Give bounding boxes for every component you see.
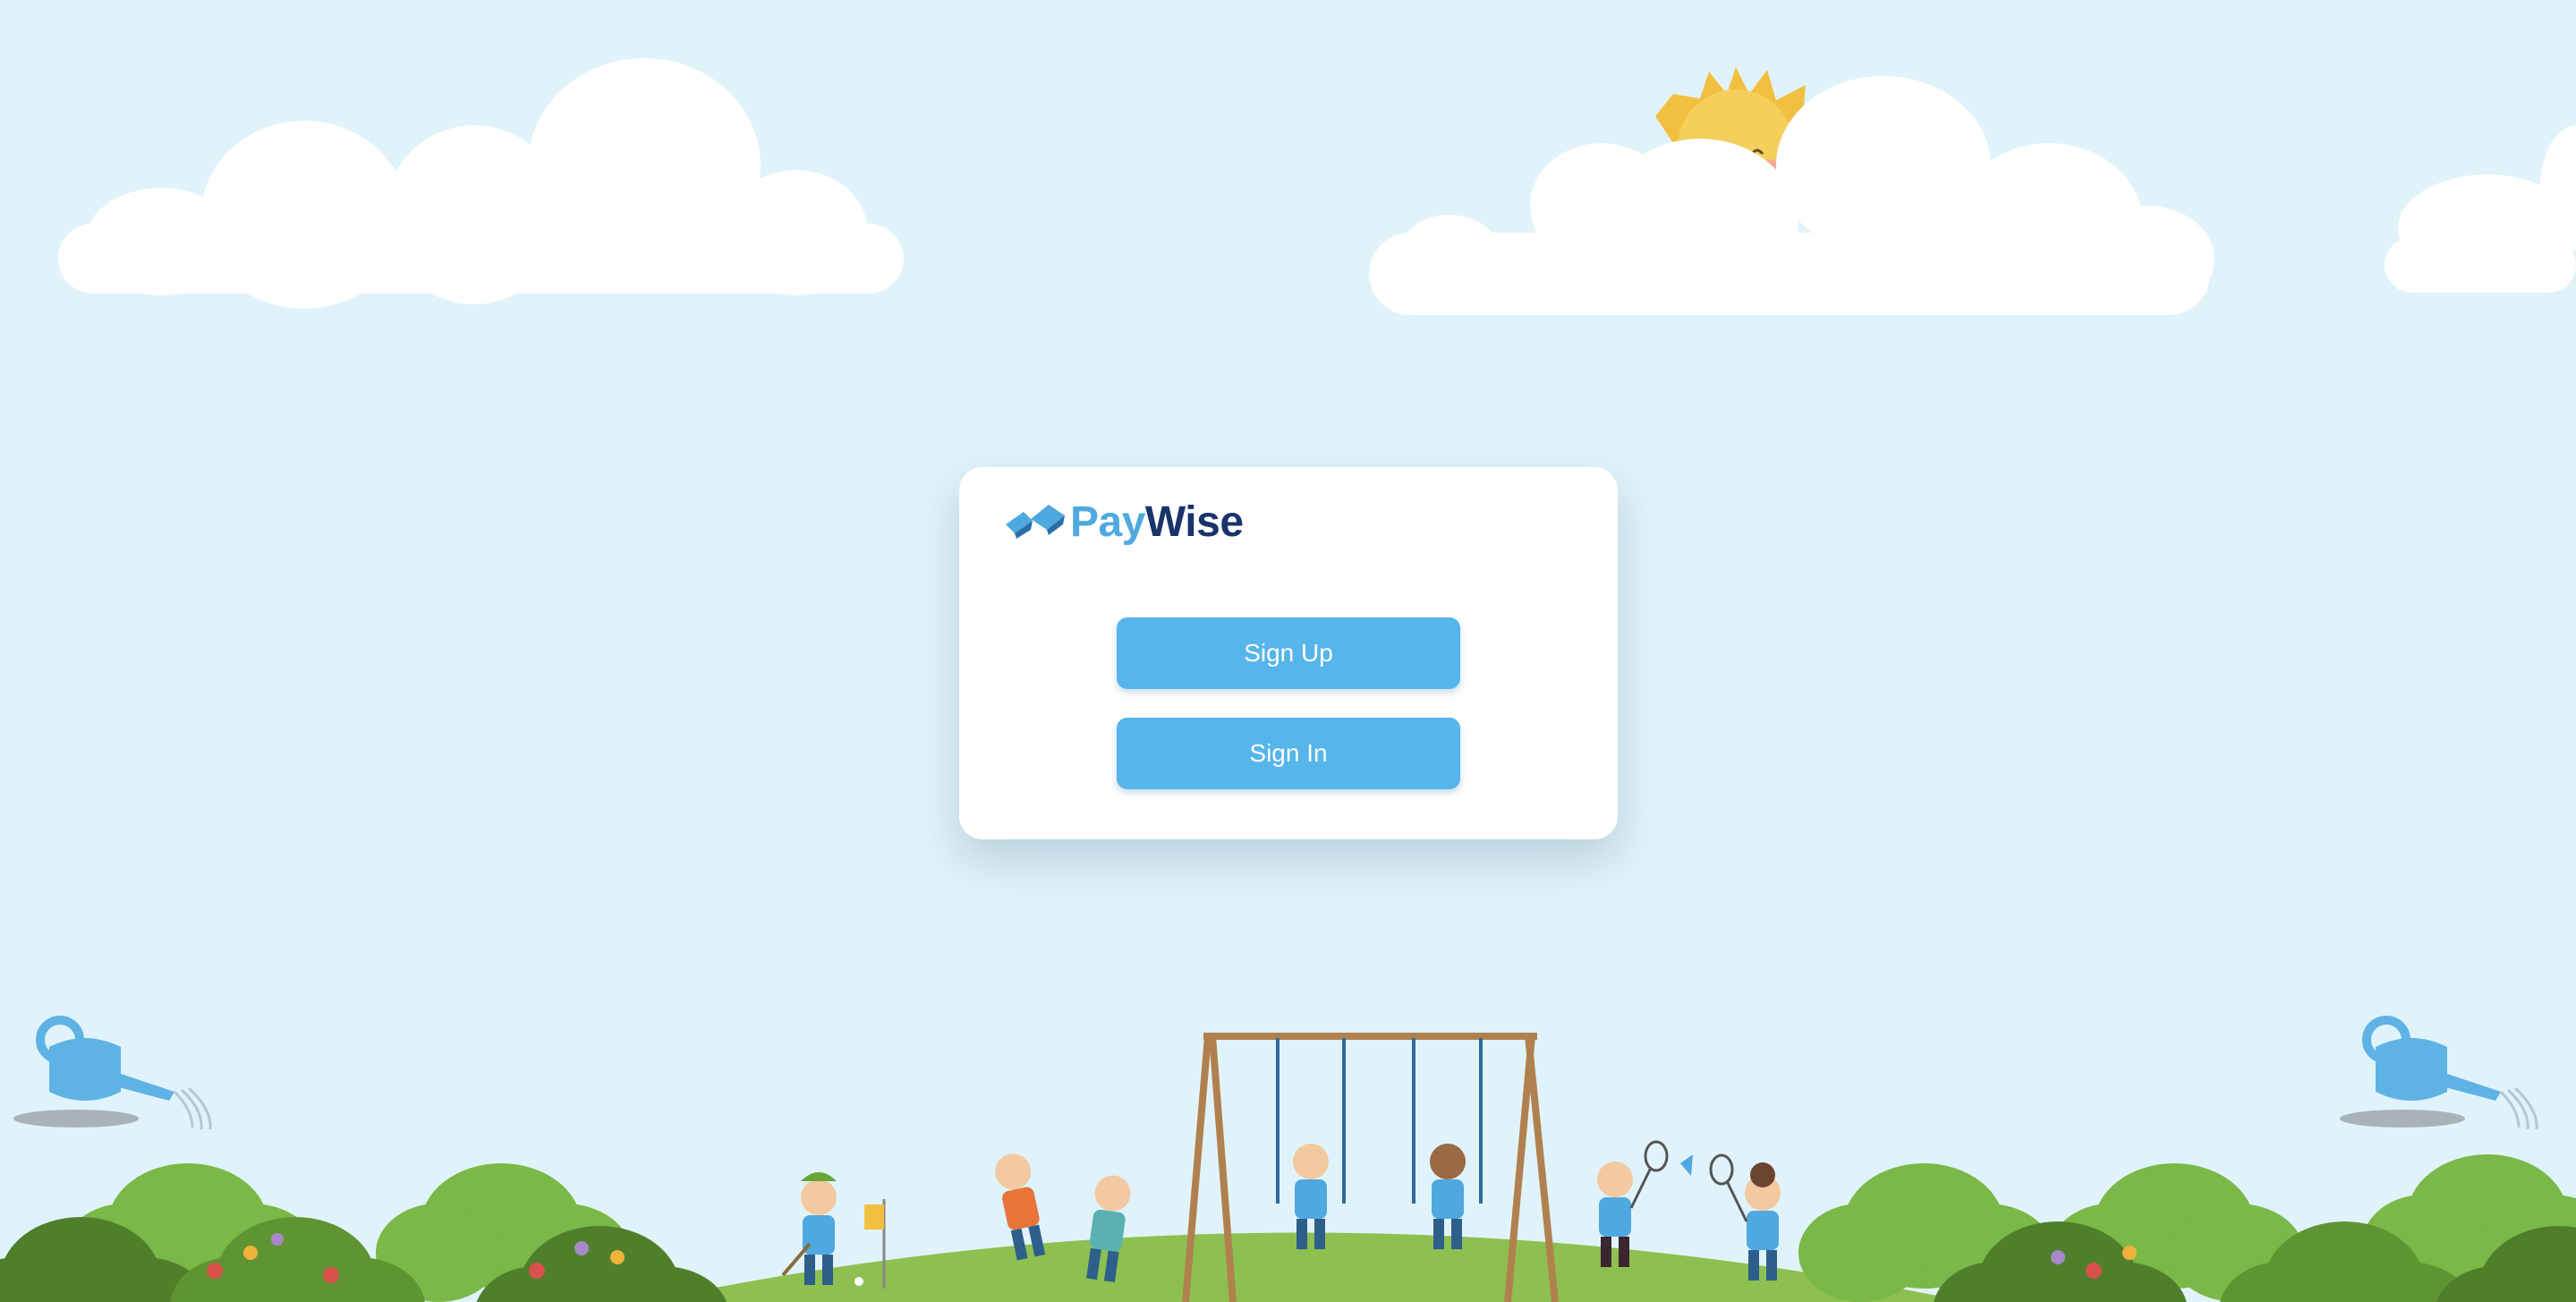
cloud-left [58,58,904,309]
bushes-right [1798,1154,2576,1302]
watering-can-icon-left [13,1020,210,1129]
shuttlecock-icon [1680,1154,1693,1176]
auth-card: PayWise Sign Up Sign In [959,467,1618,839]
watering-can-icon-right [2340,1020,2537,1129]
running-child-left [991,1150,1050,1262]
bushes-left [0,1163,729,1302]
paywise-logo: PayWise [1004,490,1244,553]
golfer-child [781,1172,837,1285]
brand-name-wise: Wise [1144,498,1244,546]
cloud-far-right [2385,125,2576,293]
paywise-logo-icon [1006,505,1065,539]
sign-up-button[interactable]: Sign Up [1117,617,1460,689]
badminton-child-left [1597,1140,1669,1267]
sign-in-button[interactable]: Sign In [1117,718,1460,789]
child-on-swing-right [1430,1144,1466,1249]
brand-name-pay: Pay [1070,498,1145,546]
